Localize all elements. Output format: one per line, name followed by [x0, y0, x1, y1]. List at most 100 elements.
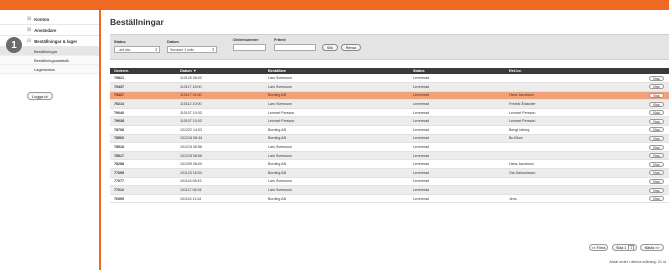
sidebar-subitem-label: Beställningsstatistik [34, 57, 69, 63]
cell-bestallare: Lars Svensson [264, 151, 409, 161]
ordernummer-label: Ordernummer [233, 38, 259, 42]
view-button[interactable]: Visa [649, 144, 664, 150]
view-button[interactable]: Visa [649, 178, 664, 184]
logout-button[interactable]: Logga ut [27, 92, 53, 100]
table-row[interactable]: 79038 110107 10:03 Lennart Persson Leverera… [110, 116, 669, 127]
table-row[interactable]: 78518 101215 08:56 Lars Svensson Levererad V… [110, 142, 669, 152]
datum-label: Datum [167, 40, 179, 44]
table-row[interactable]: 78768 101222 14:03 Bording AB Levererad Beng… [110, 125, 669, 135]
view-button[interactable]: Visa [649, 196, 664, 202]
reset-button[interactable]: Rensa [341, 44, 361, 51]
cell-status: Levererad [409, 82, 505, 92]
cell-datum: 101116 11:44 [176, 194, 264, 204]
datum-value: Senaste 1 mån [170, 47, 195, 52]
cell-ordernr: 78517 [110, 151, 176, 161]
cell-ref: Bengt Isberg [505, 125, 645, 135]
cell-action: Visa [645, 134, 669, 144]
table-row[interactable]: 77012 101117 06:34 Lars Svensson Levererad V… [110, 185, 669, 195]
cell-status: Levererad [409, 134, 505, 144]
expand-icon: ⊞ [27, 16, 32, 22]
view-button[interactable]: Visa [649, 118, 664, 124]
cell-bestallare: Lennart Persson [264, 116, 409, 127]
table-row[interactable]: 79437 110117 15:00 Lars Svensson Levererad V… [110, 82, 669, 92]
cell-ref: Hans Jacobson [505, 159, 645, 170]
ordernummer-input[interactable] [233, 44, 266, 51]
cell-action: Visa [645, 194, 669, 204]
cell-datum: 110107 10:03 [176, 116, 264, 127]
cell-action: Visa [645, 151, 669, 161]
cell-status: Levererad [409, 185, 505, 195]
cell-status: Levererad [409, 194, 505, 204]
cell-status: Levererad [409, 159, 505, 170]
top-accent-bar [0, 0, 669, 10]
cell-datum: 101222 14:03 [176, 125, 264, 135]
cell-ordernr: 76959 [110, 194, 176, 204]
cell-action: Visa [645, 168, 669, 178]
cell-ordernr: 77012 [110, 185, 176, 195]
table-row[interactable]: 79821 110125 06:02 Lars Svensson Levererad V… [110, 74, 669, 84]
prev-page-button[interactable]: << Förra [589, 244, 608, 251]
cell-status: Levererad [409, 125, 505, 135]
cell-bestallare: Bording AB [264, 134, 409, 144]
cell-datum: 101215 08:56 [176, 151, 264, 161]
page-label: Sida 1 [616, 245, 627, 250]
view-button[interactable]: Visa [649, 92, 664, 98]
sidebar-item-konton[interactable]: ⊞ Konton [0, 14, 99, 25]
search-button[interactable]: Sök [322, 44, 338, 51]
table-row[interactable]: 77695 101123 16:04 Bording AB Levererad Ola … [110, 168, 669, 178]
page-selector[interactable]: Sida 11 [612, 244, 637, 251]
cell-action: Visa [645, 108, 669, 118]
cell-ref: Lennart Persson [505, 116, 645, 127]
table-row[interactable]: 77077 101118 08:43 Lars Svensson Levererad V… [110, 177, 669, 187]
view-button[interactable]: Visa [649, 75, 664, 81]
table-row[interactable]: 76959 101116 11:44 Bording AB Levererad Jens… [110, 194, 669, 204]
view-button[interactable]: Visa [649, 153, 664, 159]
dropdown-arrow-icon: ⇕ [154, 47, 158, 52]
cell-ref: Fredrik Åhlander [505, 99, 645, 109]
cell-ref [505, 177, 645, 187]
cell-ordernr: 77695 [110, 168, 176, 178]
page-number-field[interactable]: 1 [628, 244, 635, 251]
sidebar-subitem-label: Lagerstatus [34, 66, 55, 72]
view-button[interactable]: Visa [649, 170, 664, 176]
cell-ref: Lennart Persson [505, 108, 645, 118]
sidebar-item-anvandare[interactable]: ⊞ Användare [0, 25, 99, 36]
cell-ordernr: 79214 [110, 99, 176, 109]
view-button[interactable]: Visa [649, 135, 664, 141]
sidebar-subitem-statistik[interactable]: Beställningsstatistik [0, 56, 99, 65]
cell-ordernr: 79821 [110, 74, 176, 84]
status-select[interactable]: - ald ala - ⇕ [114, 46, 160, 53]
table-row[interactable]: 78517 101215 08:56 Lars Svensson Levererad V… [110, 151, 669, 161]
table-row[interactable]: 78288 101209 08:00 Bording AB Levererad Hans… [110, 159, 669, 170]
fritext-input[interactable] [274, 44, 316, 51]
next-page-button[interactable]: Nästa >> [640, 244, 664, 251]
cell-action: Visa [645, 99, 669, 109]
cell-action: Visa [645, 74, 669, 84]
view-button[interactable]: Visa [649, 161, 664, 167]
view-button[interactable]: Visa [649, 187, 664, 193]
cell-datum: 110117 15:00 [176, 91, 264, 101]
cell-bestallare: Bording AB [264, 125, 409, 135]
view-button[interactable]: Visa [649, 84, 664, 90]
view-button[interactable]: Visa [649, 127, 664, 133]
cell-datum: 110125 06:02 [176, 74, 264, 84]
cell-datum: 101118 08:43 [176, 177, 264, 187]
view-button[interactable]: Visa [649, 110, 664, 116]
sidebar-subitem-lagerstatus[interactable]: Lagerstatus [0, 65, 99, 74]
table-row[interactable]: 79040 110107 10:03 Lennart Persson Leverera… [110, 108, 669, 118]
cell-datum: 110117 15:00 [176, 82, 264, 92]
sidebar-subitem-label: Beställningar [34, 48, 58, 54]
cell-status: Levererad [409, 142, 505, 152]
cell-bestallare: Bording AB [264, 168, 409, 178]
cell-status: Levererad [409, 177, 505, 187]
cell-ref [505, 151, 645, 161]
cell-ordernr: 78288 [110, 159, 176, 170]
cell-status: Levererad [409, 74, 505, 84]
cell-status: Levererad [409, 91, 505, 101]
view-button[interactable]: Visa [649, 101, 664, 107]
filter-bar: Status - ald ala - ⇕ Datum Senaste 1 mån ⇕… [110, 34, 669, 60]
datum-select[interactable]: Senaste 1 mån ⇕ [167, 46, 217, 53]
table-row[interactable]: 79214 110112 10:00 Lars Svensson Levererad F… [110, 99, 669, 109]
table-row[interactable]: 79437 110117 15:00 Bording AB Levererad Hans… [110, 91, 669, 101]
table-row[interactable]: 78560 101216 08:44 Bording AB Levererad Bo B… [110, 134, 669, 144]
